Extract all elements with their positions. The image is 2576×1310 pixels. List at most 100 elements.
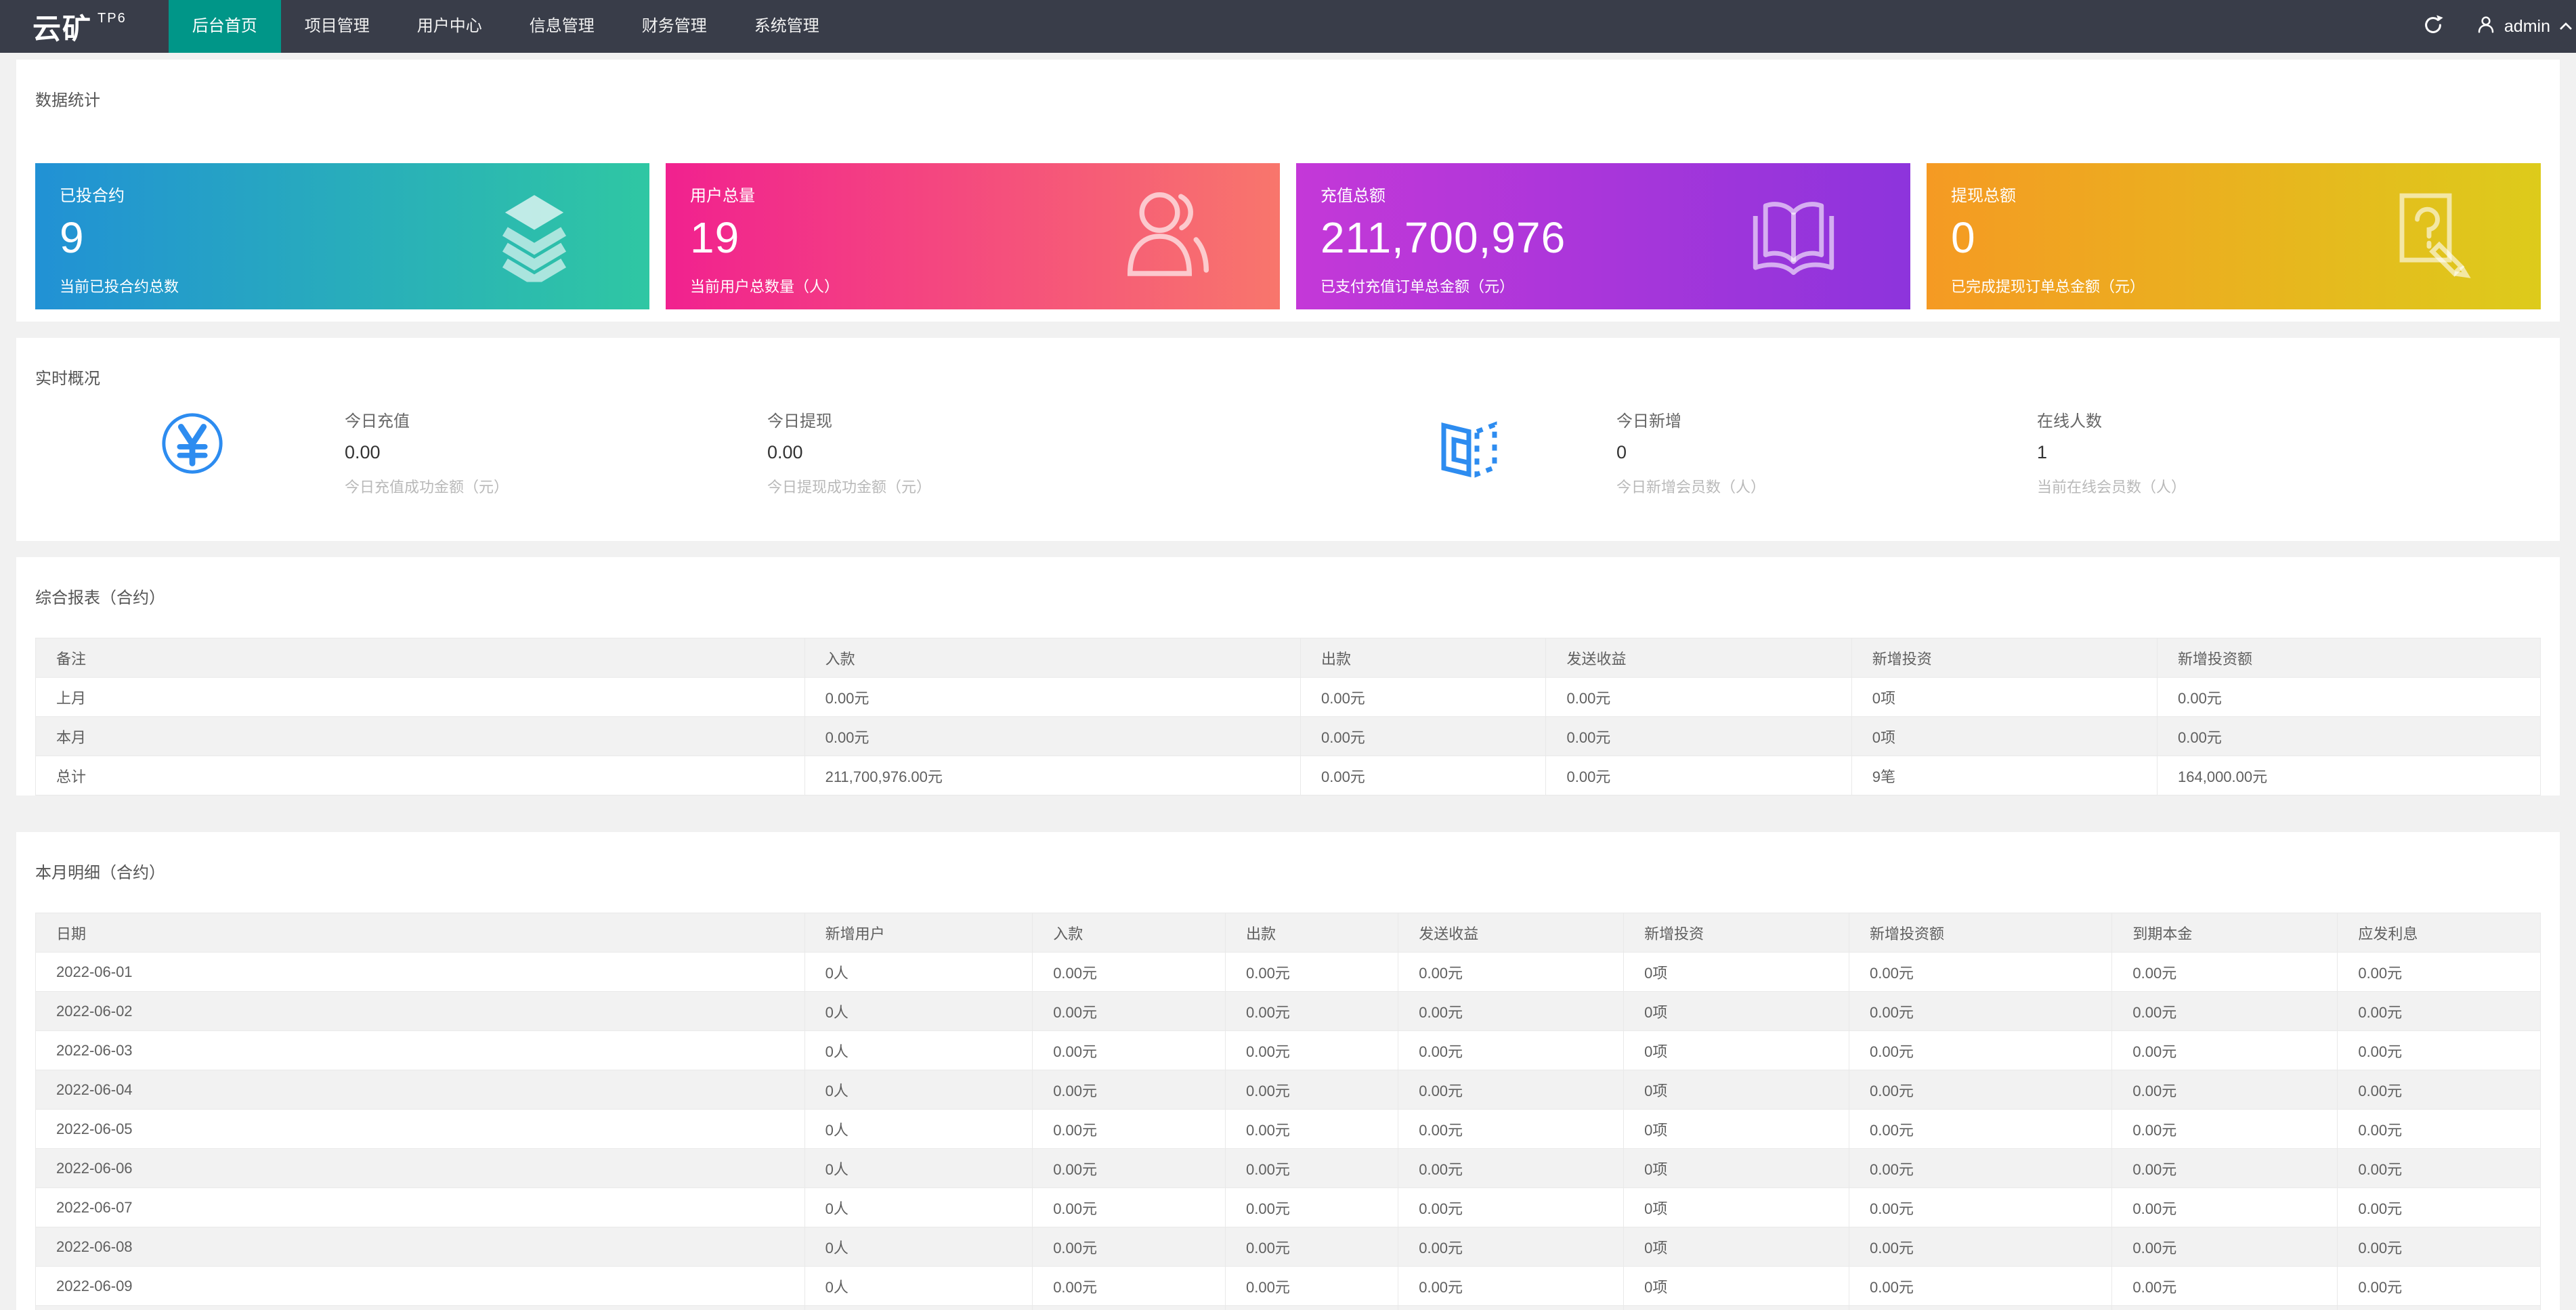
- table-cell: 2022-06-06: [35, 1148, 805, 1188]
- table-row: 总计 211,700,976.00元 0.00元 0.00元 9笔 164,000.00元: [35, 756, 2541, 795]
- column-header: 发送收益: [1398, 913, 1625, 953]
- column-header: 新增投资: [1623, 913, 1850, 953]
- cube-dashed-icon: [1430, 410, 1498, 485]
- table-cell: 0.00元: [1849, 1070, 2113, 1110]
- table-cell: 0.00元: [1224, 1305, 1399, 1310]
- table-row: 2022-06-08 0人 0.00元 0.00元 0.00元 0项 0.00元 0.00元 0…: [35, 1227, 2541, 1267]
- table-cell: 0.00元: [1032, 1109, 1226, 1149]
- table-cell: 0.00元: [1849, 1305, 2113, 1310]
- nav-item-4[interactable]: 信息管理: [506, 0, 618, 53]
- table-cell: 0项: [1623, 1070, 1850, 1110]
- table-cell: 0.00元: [1849, 1148, 2113, 1188]
- column-header: 新增投资: [1851, 638, 2158, 678]
- realtime-stat-value: 1: [2037, 442, 2048, 462]
- detail-panel: 本月明细（合约） 日期 新增用户 入款 出款 发送收益 新增投资 新增投资额 到期本金 应发利息…: [16, 832, 2560, 1310]
- table-cell: 0.00元: [2157, 677, 2541, 717]
- table-row: 上月 0.00元 0.00元 0.00元 0项 0.00元: [35, 677, 2541, 717]
- nav-item-6[interactable]: 系统管理: [731, 0, 843, 53]
- nav-item-2[interactable]: 项目管理: [281, 0, 393, 53]
- table-cell: 0.00元: [1032, 991, 1226, 1031]
- table-cell: 0.00元: [2337, 1266, 2541, 1306]
- table-cell: 0.00元: [2111, 1187, 2338, 1227]
- table-cell: 0.00元: [1398, 991, 1625, 1031]
- table-cell: 0.00元: [2111, 1070, 2338, 1110]
- table-cell: 0.00元: [2111, 1148, 2338, 1188]
- column-header: 日期: [35, 913, 805, 953]
- realtime-stats-row: 今日充值 0.00 今日充值成功金额（元） 今日提现 0.00 今日提现成功金额（元） 今日…: [35, 405, 2541, 517]
- realtime-stat-value: 0.00: [767, 442, 803, 462]
- table-cell: 0.00元: [1300, 756, 1547, 795]
- table-cell: 0.00元: [1398, 1266, 1625, 1306]
- table-cell: 0.00元: [1849, 1187, 2113, 1227]
- column-header: 入款: [804, 638, 1301, 678]
- table-cell: 0.00元: [1224, 1030, 1399, 1070]
- table-cell: 0项: [1851, 677, 2158, 717]
- table-cell: 0.00元: [1224, 1148, 1399, 1188]
- table-cell: 0人: [804, 1148, 1033, 1188]
- table-cell: 0项: [1623, 1266, 1850, 1306]
- table-cell: 0项: [1623, 1227, 1850, 1267]
- column-header: 入款: [1032, 913, 1226, 953]
- navbar-right: admin: [2390, 0, 2576, 53]
- column-header: 新增投资额: [1849, 913, 2113, 953]
- table-cell: 0.00元: [2337, 1148, 2541, 1188]
- table-cell: 0.00元: [1849, 991, 2113, 1031]
- table-cell: 164,000.00元: [2157, 756, 2541, 795]
- user-menu[interactable]: admin: [2476, 14, 2576, 39]
- table-cell: 0.00元: [2337, 1305, 2541, 1310]
- refresh-icon: [2422, 14, 2445, 40]
- realtime-stat: 今日提现 0.00 今日提现成功金额（元）: [767, 408, 931, 497]
- table-cell: 0.00元: [1849, 1109, 2113, 1149]
- table-cell: 0人: [804, 1187, 1033, 1227]
- nav-item-3[interactable]: 用户中心: [393, 0, 506, 53]
- realtime-stat-label: 今日提现: [767, 412, 832, 431]
- table-cell: 0项: [1623, 1148, 1850, 1188]
- table-cell: 0.00元: [1224, 1227, 1399, 1267]
- username: admin: [2504, 16, 2550, 36]
- table-cell: 总计: [35, 756, 805, 795]
- table-cell: 0项: [1623, 1187, 1850, 1227]
- nav-item-5[interactable]: 财务管理: [618, 0, 731, 53]
- table-cell: 0.00元: [2111, 1266, 2338, 1306]
- table-cell: 0.00元: [2111, 1109, 2338, 1149]
- table-cell: 上月: [35, 677, 805, 717]
- book-open-icon: [1741, 184, 1846, 289]
- table-cell: 211,700,976.00元: [804, 756, 1301, 795]
- table-cell: 0.00元: [2337, 1109, 2541, 1149]
- table-cell: 0项: [1623, 1030, 1850, 1070]
- table-cell: 0.00元: [1398, 952, 1625, 992]
- realtime-stat-caption: 今日提现成功金额（元）: [767, 479, 932, 496]
- table-cell: 0项: [1623, 1305, 1850, 1310]
- dashboard-page: 云矿 TP6 后台首页 项目管理 用户中心 信息管理 财务管理 系统管理 adm…: [0, 0, 2576, 1310]
- summary-panel: 综合报表（合约） 备注 入款 出款 发送收益 新增投资 新增投资额 上月 0.00元 0.00元…: [16, 557, 2560, 795]
- table-cell: 0.00元: [1300, 716, 1547, 756]
- app-logo[interactable]: 云矿 TP6: [0, 0, 169, 53]
- table-cell: 0.00元: [2111, 952, 2338, 992]
- app-logo-version: TP6: [98, 10, 127, 26]
- table-cell: 0.00元: [1398, 1070, 1625, 1110]
- table-cell: 0.00元: [1545, 756, 1852, 795]
- table-cell: 0.00元: [1849, 1030, 2113, 1070]
- user-icon: [2476, 14, 2496, 39]
- realtime-stat: 今日充值 0.00 今日充值成功金额（元）: [345, 408, 509, 497]
- refresh-button[interactable]: [2390, 14, 2476, 40]
- table-cell: 0.00元: [1224, 1266, 1399, 1306]
- table-cell: 2022-06-09: [35, 1266, 805, 1306]
- table-cell: 0人: [804, 1305, 1033, 1310]
- realtime-panel-title: 实时概况: [35, 370, 100, 388]
- table-cell: 0.00元: [2111, 1030, 2338, 1070]
- table-cell: 0.00元: [2157, 716, 2541, 756]
- table-cell: 0.00元: [2111, 1305, 2338, 1310]
- column-header: 新增投资额: [2157, 638, 2541, 678]
- realtime-panel: 实时概况 今日充值 0.00 今日充值成功金额（元） 今日提现 0.00 今日提现成功金额…: [16, 338, 2560, 541]
- realtime-stat: 今日新增 0 今日新增会员数（人）: [1616, 408, 1765, 497]
- table-cell: 0.00元: [2337, 991, 2541, 1031]
- table-cell: 0.00元: [2111, 991, 2338, 1031]
- chevron-up-icon: [2558, 17, 2573, 37]
- table-cell: 0人: [804, 1266, 1033, 1306]
- column-header: 出款: [1224, 913, 1399, 953]
- yen-circle-icon: [159, 410, 226, 480]
- nav-item-1[interactable]: 后台首页: [168, 0, 281, 53]
- stat-card-1: 已投合约 9 当前已投合约总数: [35, 163, 649, 309]
- table-cell: 0项: [1851, 716, 2158, 756]
